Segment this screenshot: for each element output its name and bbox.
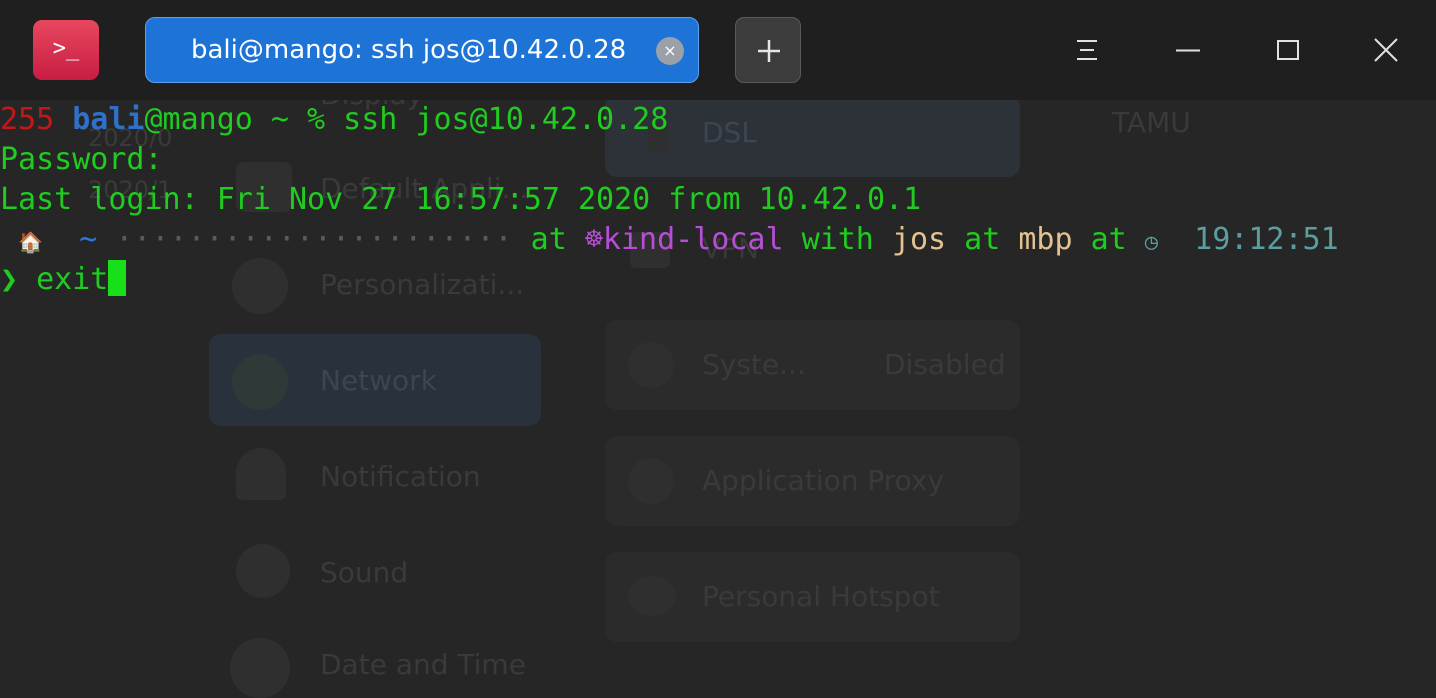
text-cursor — [108, 260, 127, 296]
ghost-sound-icon — [236, 544, 290, 598]
prompt-host-mbp: mbp — [1018, 222, 1073, 257]
prompt-host-command: @mango ~ % ssh jos@10.42.0.28 — [144, 102, 669, 137]
terminal-line-2: Password: — [0, 142, 163, 177]
terminal-line-1: 255 bali@mango ~ % ssh jos@10.42.0.28 — [0, 100, 668, 140]
terminal-line-3: Last login: Fri Nov 27 16:57:57 2020 fro… — [0, 182, 922, 217]
ghost-hotspot: Personal Hotspot — [702, 580, 940, 613]
title-bar: >_ bali@mango: ssh jos@10.42.0.28 × — [0, 0, 1436, 100]
prompt-user: bali — [72, 102, 145, 137]
minimize-button[interactable] — [1168, 30, 1208, 70]
prompt-tilde: ~ — [79, 222, 98, 257]
tab-close-icon[interactable]: × — [656, 37, 684, 65]
terminal-line-4: 🏠 ~ ······················ at ☸kind-loca… — [0, 220, 1339, 260]
exit-status: 255 — [0, 102, 55, 137]
tab-title: bali@mango: ssh jos@10.42.0.28 — [191, 35, 627, 65]
prompt-at-2: at — [964, 222, 1001, 257]
terminal-line-5: ❯ exit — [0, 260, 127, 300]
home-icon: 🏠 — [18, 230, 43, 254]
ghost-clock-icon — [230, 638, 290, 698]
ghost-item-date-time: Date and Time — [320, 648, 526, 681]
maximize-button[interactable] — [1268, 30, 1308, 70]
ghost-item-sound: Sound — [320, 556, 409, 589]
clock-icon: ◷ — [1144, 230, 1159, 255]
maximize-icon — [1277, 40, 1299, 60]
menu-button[interactable] — [1067, 30, 1107, 70]
close-button[interactable] — [1366, 30, 1406, 70]
terminal-app-icon[interactable]: >_ — [33, 20, 99, 80]
terminal-output[interactable]: 255 bali@mango ~ % ssh jos@10.42.0.28 Pa… — [0, 100, 1436, 500]
kube-context: kind-local — [602, 222, 784, 257]
typed-command: exit — [36, 262, 109, 297]
tab-active[interactable]: bali@mango: ssh jos@10.42.0.28 × — [145, 17, 699, 83]
menu-icon — [1077, 40, 1097, 60]
ghost-hotspot-icon — [628, 576, 676, 616]
prompt-time: 19:12:51 — [1194, 222, 1339, 257]
prompt-at-3: at — [1090, 222, 1127, 257]
prompt-with: with — [801, 222, 874, 257]
minimize-icon — [1176, 49, 1200, 52]
prompt-dots: ······················ — [115, 222, 513, 257]
prompt-at-1: at — [530, 222, 567, 257]
terminal-app-icon-glyph: >_ — [52, 35, 80, 61]
kubernetes-icon: ☸ — [584, 222, 603, 257]
new-tab-plus-icon — [758, 40, 780, 62]
new-tab-button[interactable] — [735, 17, 801, 83]
prompt-chevron-icon: ❯ — [0, 262, 19, 297]
prompt-user-jos: jos — [891, 222, 947, 257]
close-icon — [1374, 38, 1398, 62]
